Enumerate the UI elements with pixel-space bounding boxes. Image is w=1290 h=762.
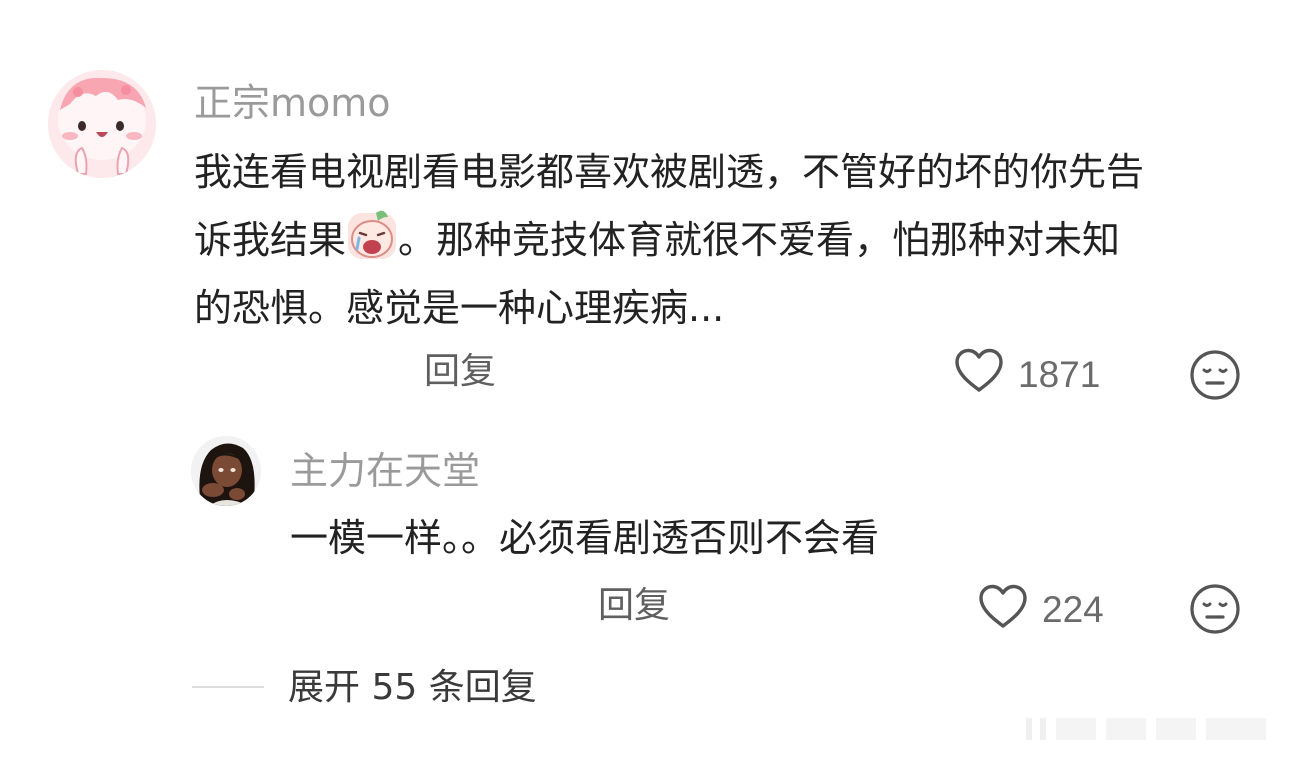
watermark-icon	[1026, 714, 1276, 748]
commenter-avatar[interactable]	[48, 70, 156, 178]
like-count: 1871	[1018, 354, 1101, 395]
anime-girl-avatar-icon	[191, 436, 261, 506]
heart-outline-icon[interactable]	[954, 348, 1004, 398]
comment-text-segment: 诉我结果	[194, 218, 347, 262]
comment-body: 我连看电视剧看电影都喜欢被剧透，不管好的坏的你先告 诉我结果 。那种竞技体育就很…	[194, 138, 1254, 342]
comment-text-segment: 。那种竞技体育就很不爱看，怕那种对未知	[398, 218, 1121, 262]
meh-face-icon[interactable]	[1189, 583, 1241, 639]
reply-body: 一模一样。。必须看剧透否则不会看	[290, 516, 880, 560]
reply-avatar[interactable]	[191, 436, 261, 506]
comment-text-line-2: 诉我结果 。那种竞技体育就很不爱看，怕那种对未知	[194, 206, 1254, 274]
meh-face-icon[interactable]	[1189, 349, 1241, 405]
pink-cartoon-avatar-icon	[48, 70, 156, 178]
comment-text-line-1: 我连看电视剧看电影都喜欢被剧透，不管好的坏的你先告	[194, 150, 1145, 194]
comment-text-line-3: 的恐惧。感觉是一种心理疾病...	[194, 286, 725, 330]
crying-face-emoji-icon	[346, 209, 398, 261]
expand-divider	[192, 686, 264, 688]
commenter-username[interactable]: 正宗momo	[194, 84, 391, 122]
reply-reply-button[interactable]: 回复	[598, 588, 670, 624]
heart-outline-icon[interactable]	[978, 584, 1028, 634]
expand-replies-button[interactable]: 展开 55 条回复	[288, 670, 537, 706]
reply-button[interactable]: 回复	[424, 354, 496, 390]
reply-username[interactable]: 主力在天堂	[290, 452, 480, 490]
reply-like-count: 224	[1042, 589, 1104, 630]
